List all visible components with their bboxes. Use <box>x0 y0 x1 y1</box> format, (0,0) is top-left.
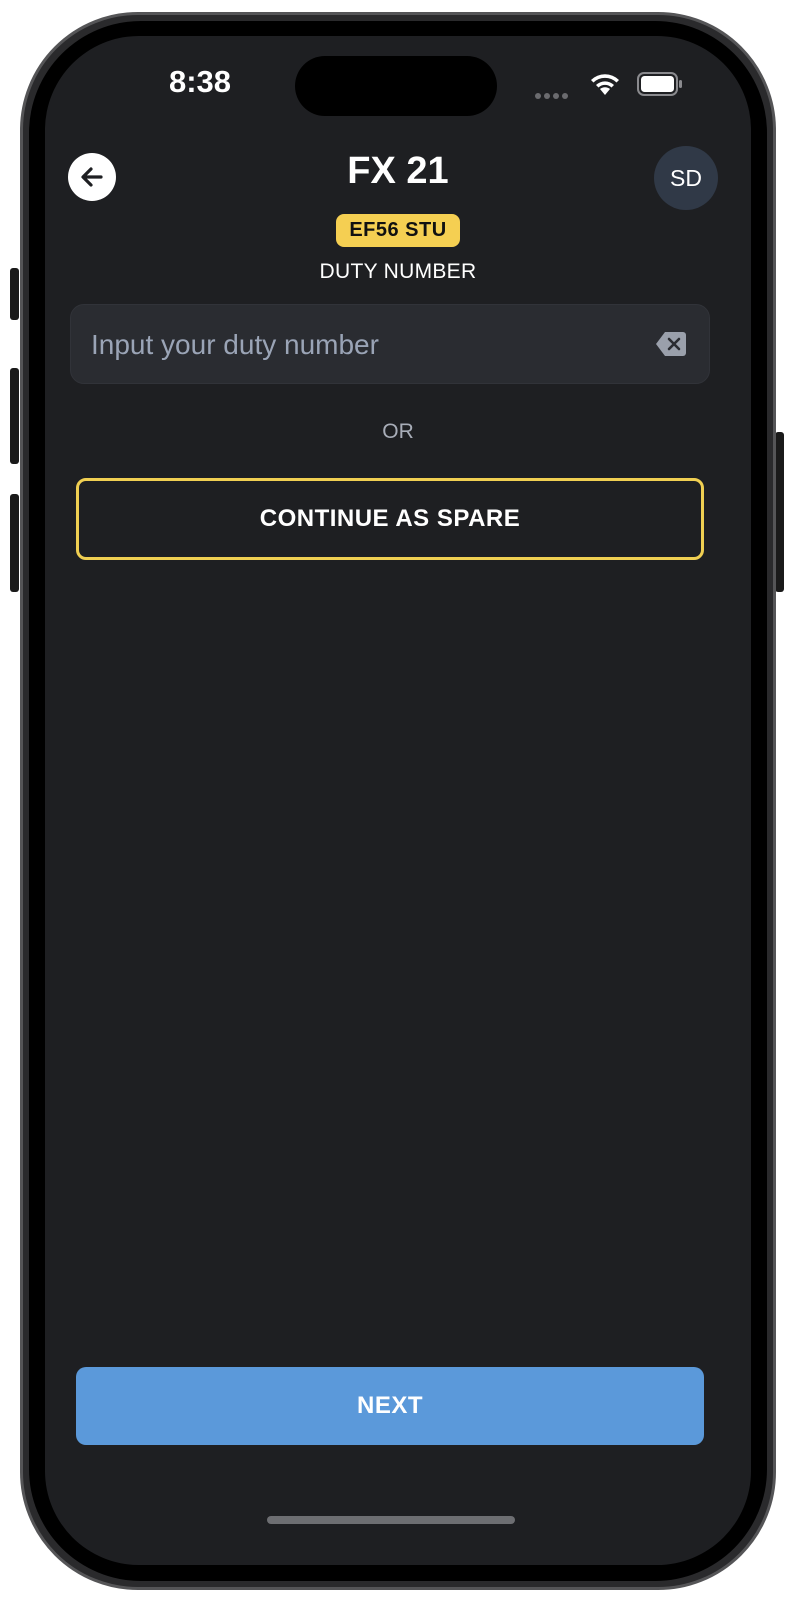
next-button-label: NEXT <box>356 1392 423 1419</box>
battery-icon <box>637 72 683 101</box>
volume-down-button <box>10 494 19 592</box>
app-screen: 8:38 FX 21 SD EF56 STU DUTY NUMBER Input… <box>45 36 751 1565</box>
registration-badge: EF56 STU <box>336 214 460 247</box>
duty-number-field <box>70 304 710 385</box>
duty-number-label: DUTY NUMBER <box>319 260 477 283</box>
status-time: 8:38 <box>168 64 232 99</box>
power-button <box>775 432 784 592</box>
wifi-icon <box>589 70 621 101</box>
next-button[interactable]: NEXT <box>76 1367 704 1445</box>
or-divider-text: OR <box>382 420 414 443</box>
registration-wrapper: EF56 STU <box>45 214 751 247</box>
page-title: FX 21 <box>347 150 449 192</box>
home-indicator <box>267 1516 515 1524</box>
dynamic-island <box>295 56 497 116</box>
cellular-signal-icon <box>535 86 571 104</box>
continue-as-spare-button[interactable]: CONTINUE AS SPARE <box>76 478 704 560</box>
duty-number-input[interactable] <box>89 305 633 385</box>
action-button <box>10 268 19 320</box>
avatar[interactable]: SD <box>654 146 718 210</box>
volume-up-button <box>10 368 19 464</box>
continue-as-spare-label: CONTINUE AS SPARE <box>259 505 521 532</box>
clear-input-icon[interactable] <box>655 331 687 362</box>
avatar-initials: SD <box>670 164 702 191</box>
